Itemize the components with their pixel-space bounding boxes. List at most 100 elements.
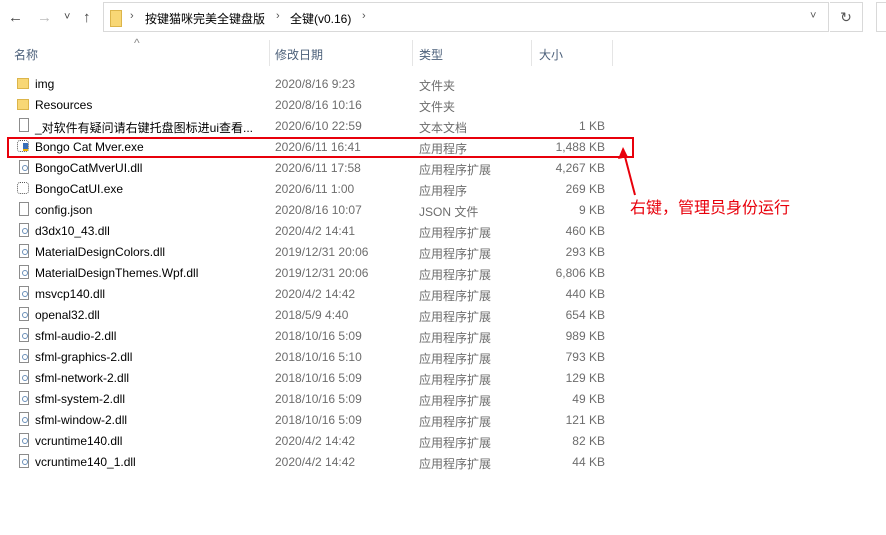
file-type: 应用程序扩展 (419, 310, 492, 324)
file-name: d3dx10_43.dll (35, 224, 110, 238)
file-date: 2018/5/9 4:40 (275, 308, 349, 322)
file-name: openal32.dll (35, 308, 100, 322)
file-size: 293 KB (565, 245, 605, 259)
file-name: sfml-system-2.dll (35, 392, 126, 406)
file-name: sfml-graphics-2.dll (35, 350, 133, 364)
dll-icon (19, 412, 29, 426)
file-size: 793 KB (565, 350, 605, 364)
file-row[interactable]: Resources 2020/8/16 10:16 文件夹 (0, 94, 886, 115)
file-row[interactable]: sfml-graphics-2.dll 2018/10/16 5:10 应用程序扩展… (0, 346, 886, 367)
file-type: 应用程序 (419, 184, 468, 198)
file-type: 应用程序扩展 (419, 226, 492, 240)
file-date: 2020/8/16 10:07 (275, 203, 362, 217)
address-bar[interactable]: › 按键猫咪完美全键盘版 › 全键(v0.16) › ˅ (103, 2, 829, 32)
dll-icon (19, 286, 29, 300)
breadcrumb-item[interactable]: 按键猫咪完美全键盘版 (145, 10, 265, 27)
file-row[interactable]: sfml-network-2.dll 2018/10/16 5:09 应用程序扩展 1… (0, 367, 886, 388)
folder-icon (17, 99, 29, 110)
file-date: 2018/10/16 5:09 (275, 371, 362, 385)
sort-ascending-icon: ^ (134, 36, 140, 50)
file-row[interactable]: _对软件有疑问请右键托盘图标进ui查看... 2020/6/10 22:59 文本文… (0, 115, 886, 136)
exe-icon (17, 182, 29, 194)
column-divider[interactable] (612, 40, 613, 66)
file-row[interactable]: vcruntime140.dll 2020/4/2 14:42 应用程序扩展 82 K… (0, 430, 886, 451)
file-row[interactable]: img 2020/8/16 9:23 文件夹 (0, 73, 886, 94)
file-type: 应用程序扩展 (419, 331, 492, 345)
dll-icon (19, 454, 29, 468)
file-row[interactable]: d3dx10_43.dll 2020/4/2 14:41 应用程序扩展 460 KB (0, 220, 886, 241)
file-size: 82 KB (572, 434, 605, 448)
file-type: 应用程序扩展 (419, 247, 492, 261)
file-row[interactable]: MaterialDesignColors.dll 2019/12/31 20:06… (0, 241, 886, 262)
navigation-bar: ← → ˅ ↑ › 按键猫咪完美全键盘版 › 全键(v0.16) › ˅ ↻ (0, 0, 886, 36)
file-name: img (35, 77, 55, 91)
file-type: 应用程序扩展 (419, 289, 492, 303)
column-divider[interactable] (269, 40, 270, 66)
file-date: 2020/6/11 17:58 (275, 161, 361, 175)
file-date: 2020/8/16 10:16 (275, 98, 362, 112)
file-name: sfml-audio-2.dll (35, 329, 117, 343)
column-type[interactable]: 类型 (419, 46, 443, 63)
dll-icon (19, 370, 29, 384)
chevron-right-icon: › (276, 10, 280, 22)
file-size: 121 KB (565, 413, 605, 427)
dll-icon (19, 265, 29, 279)
file-type: 应用程序扩展 (419, 394, 492, 408)
column-size[interactable]: 大小 (539, 46, 563, 63)
chevron-right-icon: › (362, 10, 366, 22)
folder-icon (110, 10, 122, 27)
file-date: 2018/10/16 5:09 (275, 392, 362, 406)
column-name[interactable]: 名称 (14, 46, 38, 63)
file-row[interactable]: openal32.dll 2018/5/9 4:40 应用程序扩展 654 KB (0, 304, 886, 325)
column-divider[interactable] (531, 40, 532, 66)
file-size: 4,267 KB (555, 161, 605, 175)
file-name: config.json (35, 203, 93, 217)
file-size: 269 KB (565, 182, 605, 196)
dll-icon (19, 223, 29, 237)
file-date: 2020/6/11 1:00 (275, 182, 355, 196)
column-divider[interactable] (412, 40, 413, 66)
file-row[interactable]: msvcp140.dll 2020/4/2 14:42 应用程序扩展 440 KB (0, 283, 886, 304)
file-name: BongoCatUI.exe (35, 182, 124, 196)
file-name: vcruntime140.dll (35, 434, 123, 448)
file-size: 9 KB (578, 203, 605, 217)
file-row[interactable]: sfml-audio-2.dll 2018/10/16 5:09 应用程序扩展 989… (0, 325, 886, 346)
annotation-text: 右键，管理员身份运行 (630, 200, 791, 217)
doc-icon (19, 118, 29, 132)
file-date: 2020/4/2 14:41 (275, 224, 356, 238)
recent-locations-button[interactable]: ˅ (64, 11, 70, 23)
dll-icon (19, 244, 29, 258)
file-row[interactable]: sfml-system-2.dll 2018/10/16 5:09 应用程序扩展 49… (0, 388, 886, 409)
refresh-button[interactable]: ↻ (830, 2, 863, 32)
highlight-box (7, 137, 634, 158)
breadcrumb-item[interactable]: 全键(v0.16) (290, 10, 351, 27)
file-date: 2020/6/10 22:59 (275, 119, 362, 133)
file-row[interactable]: BongoCatMverUI.dll 2020/6/11 17:58 应用程序扩展 4… (0, 157, 886, 178)
file-type: 应用程序扩展 (419, 415, 492, 429)
column-date[interactable]: 修改日期 (275, 46, 323, 63)
file-name: Resources (35, 98, 93, 112)
file-row[interactable]: sfml-window-2.dll 2018/10/16 5:09 应用程序扩展 12… (0, 409, 886, 430)
file-name: MaterialDesignThemes.Wpf.dll (35, 266, 199, 280)
dll-icon (19, 328, 29, 342)
dll-icon (19, 391, 29, 405)
forward-button[interactable]: → (37, 9, 52, 26)
file-size: 6,806 KB (555, 266, 605, 280)
chevron-right-icon: › (130, 10, 134, 22)
address-dropdown-button[interactable]: ˅ (810, 10, 816, 22)
file-type: JSON 文件 (419, 205, 479, 219)
annotation-arrow (618, 147, 636, 196)
file-type: 应用程序扩展 (419, 268, 492, 282)
search-input[interactable] (876, 2, 886, 32)
file-row[interactable]: vcruntime140_1.dll 2020/4/2 14:42 应用程序扩展 44… (0, 451, 886, 472)
back-button[interactable]: ← (8, 9, 23, 26)
up-button[interactable]: ↑ (83, 9, 91, 26)
file-type: 应用程序扩展 (419, 163, 492, 177)
file-size: 49 KB (572, 392, 605, 406)
json-icon (19, 202, 29, 216)
file-size: 1 KB (578, 119, 605, 133)
file-row[interactable]: MaterialDesignThemes.Wpf.dll 2019/12/31 2… (0, 262, 886, 283)
dll-icon (19, 307, 29, 321)
file-date: 2020/4/2 14:42 (275, 287, 356, 301)
file-date: 2020/4/2 14:42 (275, 455, 356, 469)
